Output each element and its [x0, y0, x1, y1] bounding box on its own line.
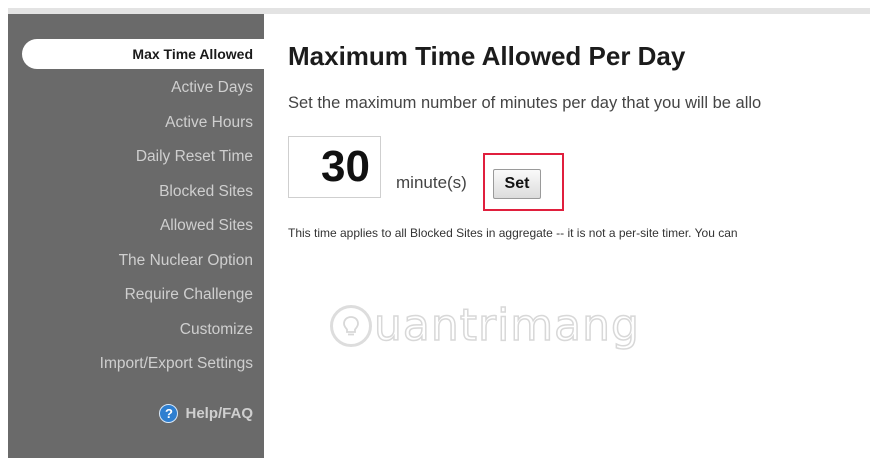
- sidebar-item-active-hours[interactable]: Active Hours: [165, 114, 253, 132]
- left-edge: [0, 14, 8, 458]
- aggregate-note: This time applies to all Blocked Sites i…: [288, 226, 738, 240]
- set-button[interactable]: Set: [493, 169, 541, 199]
- page-description: Set the maximum number of minutes per da…: [288, 94, 762, 112]
- top-bar: [0, 0, 870, 14]
- main-content: Maximum Time Allowed Per Day Set the max…: [264, 14, 870, 458]
- sidebar: Max Time Allowed Active Days Active Hour…: [8, 14, 264, 458]
- watermark-text: uantrimang: [373, 299, 640, 352]
- sidebar-item-nuclear-option[interactable]: The Nuclear Option: [119, 252, 253, 270]
- page-title: Maximum Time Allowed Per Day: [288, 41, 686, 71]
- watermark: uantrimang: [330, 299, 640, 352]
- help-faq-link[interactable]: ? Help/FAQ: [159, 404, 253, 423]
- sidebar-item-import-export[interactable]: Import/Export Settings: [100, 355, 253, 373]
- sidebar-item-customize[interactable]: Customize: [180, 321, 253, 339]
- sidebar-item-max-time-allowed[interactable]: Max Time Allowed: [22, 39, 264, 69]
- sidebar-item-blocked-sites[interactable]: Blocked Sites: [159, 183, 253, 201]
- minutes-unit-label: minute(s): [396, 173, 467, 192]
- help-circle-icon: ?: [159, 404, 179, 423]
- sidebar-item-active-days[interactable]: Active Days: [171, 79, 253, 97]
- sidebar-item-require-challenge[interactable]: Require Challenge: [125, 286, 253, 304]
- sidebar-item-daily-reset-time[interactable]: Daily Reset Time: [136, 148, 253, 166]
- help-faq-label: Help/FAQ: [185, 405, 253, 422]
- lightbulb-icon: [330, 304, 372, 347]
- sidebar-item-allowed-sites[interactable]: Allowed Sites: [160, 217, 253, 235]
- minutes-input[interactable]: 30: [288, 136, 381, 198]
